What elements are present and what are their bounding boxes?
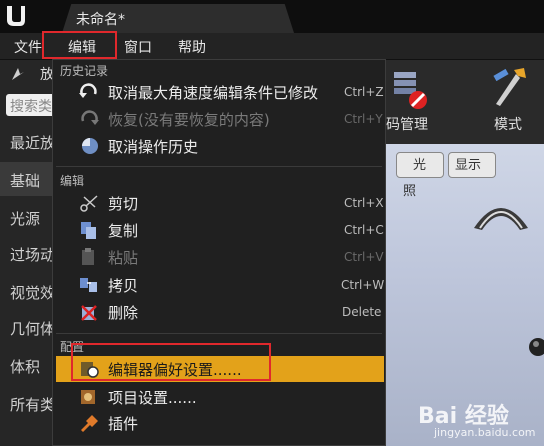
category-lights[interactable]: 光源 — [10, 208, 40, 229]
project-settings-icon — [81, 390, 95, 404]
viewport-lit-button[interactable]: 光照 — [396, 152, 444, 199]
annotation-box-edit — [42, 31, 117, 59]
copy-icon — [81, 222, 96, 239]
shortcut-copy: Ctrl+C — [344, 223, 384, 237]
modes-label[interactable]: 模式 — [494, 114, 522, 134]
menu-divider — [56, 166, 382, 167]
place-icon — [12, 68, 24, 80]
source-control-icon[interactable] — [388, 66, 428, 110]
unreal-logo-icon[interactable] — [4, 3, 28, 29]
menu-item-project-settings[interactable]: 项目设置...... — [108, 387, 197, 408]
category-all-classes[interactable]: 所有类 — [10, 394, 55, 415]
sky-light-gizmo-icon — [474, 208, 528, 230]
category-basic[interactable]: 基础 — [10, 170, 40, 191]
scissors-icon — [80, 195, 98, 212]
category-cinematic[interactable]: 过场动 — [10, 244, 55, 265]
menu-item-undo-history[interactable]: 取消操作历史 — [108, 136, 198, 157]
category-volumes[interactable]: 体积 — [10, 356, 40, 377]
section-edit: 编辑 — [60, 174, 85, 188]
watermark-url: jingyan.baidu.com — [434, 426, 536, 439]
shortcut-delete: Delete — [342, 305, 382, 319]
menu-item-cut[interactable]: 剪切 — [108, 193, 138, 214]
tab-title: 未命名* — [76, 12, 125, 28]
redo-icon — [81, 110, 99, 125]
undo-history-icon — [82, 138, 98, 154]
category-geometry[interactable]: 几何体 — [10, 318, 55, 339]
modes-icon[interactable] — [490, 64, 530, 110]
delete-icon — [81, 305, 97, 321]
category-visual-effects[interactable]: 视觉效 — [10, 282, 55, 303]
section-history: 历史记录 — [60, 64, 109, 78]
viewport-show-button[interactable]: 显示 — [448, 152, 496, 178]
shortcut-duplicate: Ctrl+W — [341, 278, 385, 292]
menu-divider — [56, 333, 382, 334]
menu-item-redo[interactable]: 恢复(没有要恢复的内容) — [108, 109, 270, 130]
plugin-icon — [81, 415, 98, 432]
viewport-sphere-icon — [529, 338, 544, 356]
menu-file[interactable]: 文件 — [14, 37, 42, 57]
shortcut-redo: Ctrl+Y — [344, 112, 383, 126]
undo-icon — [79, 83, 97, 98]
menu-item-undo[interactable]: 取消最大角速度编辑条件已修改 — [108, 82, 318, 103]
menu-item-delete[interactable]: 删除 — [108, 302, 138, 323]
source-control-label[interactable]: 码管理 — [386, 114, 428, 134]
paste-icon — [82, 248, 94, 265]
duplicate-icon — [80, 278, 97, 292]
shortcut-undo: Ctrl+Z — [344, 85, 384, 99]
menu-item-duplicate[interactable]: 拷贝 — [108, 275, 138, 296]
class-search-placeholder: 搜索类 — [10, 99, 52, 115]
menu-item-paste[interactable]: 粘贴 — [108, 247, 138, 268]
menu-item-copy[interactable]: 复制 — [108, 220, 138, 241]
category-recent[interactable]: 最近放 — [10, 132, 55, 153]
menu-item-plugins[interactable]: 插件 — [108, 413, 138, 434]
annotation-box-editor-preferences — [71, 343, 271, 381]
shortcut-cut: Ctrl+X — [344, 196, 384, 210]
menu-window[interactable]: 窗口 — [124, 37, 152, 57]
menu-help[interactable]: 帮助 — [178, 37, 206, 57]
shortcut-paste: Ctrl+V — [344, 250, 384, 264]
